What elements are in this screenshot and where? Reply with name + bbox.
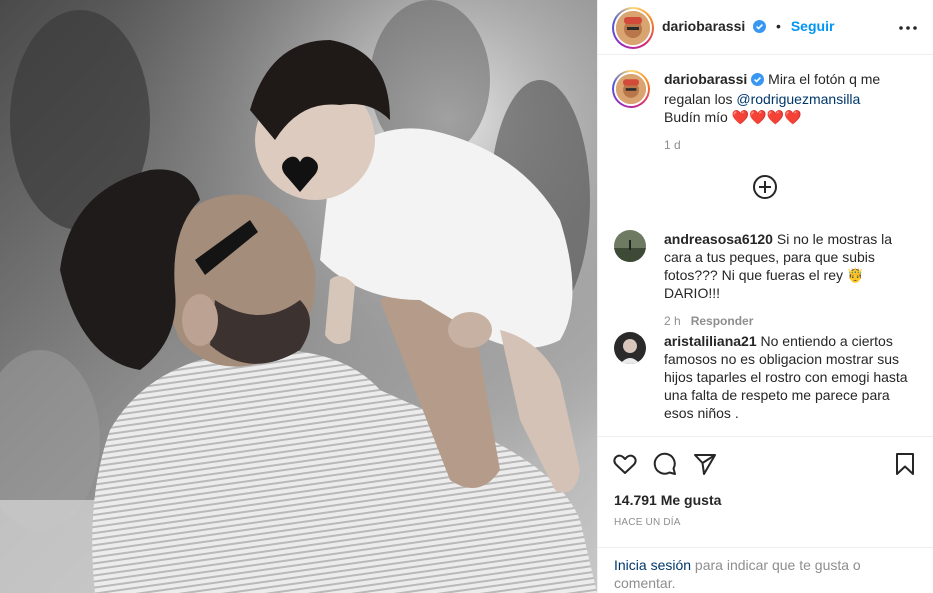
comment-username[interactable]: aristaliliana21 (664, 333, 757, 349)
post-header: dariobarassi • Seguir (598, 0, 933, 55)
separator-dot: • (776, 18, 781, 34)
verified-badge-icon (753, 20, 767, 36)
likes-count[interactable]: 14.791 Me gusta (614, 492, 721, 508)
caption-text: dariobarassi Mira el fotón q me regalan … (664, 70, 916, 154)
caption-time[interactable]: 1 d (664, 136, 916, 154)
comments-list[interactable]: dariobarassi Mira el fotón q me regalan … (598, 56, 933, 436)
plus-circle-icon[interactable] (752, 174, 778, 200)
login-prompt: Inicia sesión para indicar que te gusta … (598, 547, 933, 593)
comment-username[interactable]: andreasosa6120 (664, 231, 773, 247)
commenter-avatar-image (614, 230, 646, 262)
caption-hearts: ❤️❤️❤️❤️ (731, 109, 802, 125)
caption-row: dariobarassi Mira el fotón q me regalan … (612, 70, 918, 156)
caption-line2: Budín mío (664, 109, 728, 125)
follow-button[interactable]: Seguir (791, 18, 835, 34)
comment-row: andreasosa6120 Si no le mostras la cara … (614, 230, 918, 328)
login-link[interactable]: Inicia sesión (614, 557, 691, 573)
comment-row: aristaliliana21 No entiendo a ciertos fa… (614, 332, 918, 432)
caption-avatar-image (616, 74, 646, 104)
post-photo[interactable] (0, 0, 597, 593)
commenter-avatar[interactable] (614, 230, 646, 262)
comment-text: aristaliliana21 No entiendo a ciertos fa… (664, 332, 916, 422)
instagram-post-view: dariobarassi • Seguir dariobarassi Mira … (0, 0, 933, 593)
caption-username[interactable]: dariobarassi (664, 71, 747, 87)
more-options-icon[interactable] (898, 18, 918, 38)
send-icon[interactable] (692, 451, 718, 477)
commenter-avatar[interactable] (614, 332, 646, 364)
post-side-panel: dariobarassi • Seguir dariobarassi Mira … (597, 0, 933, 593)
heart-icon[interactable] (612, 451, 638, 477)
caption-mention-link[interactable]: @rodriguezmansilla (736, 91, 860, 107)
verified-badge-icon (751, 72, 765, 90)
author-avatar-image (616, 11, 650, 45)
comment-icon[interactable] (652, 451, 678, 477)
reply-button[interactable]: Responder (691, 314, 754, 328)
comment-text: andreasosa6120 Si no le mostras la cara … (664, 230, 916, 330)
bookmark-icon[interactable] (892, 451, 918, 477)
post-actions: 14.791 Me gusta Hace un día (598, 436, 933, 548)
commenter-avatar-image (614, 332, 646, 364)
caption-avatar[interactable] (612, 70, 650, 108)
comment-meta: 2 h Responder (664, 312, 916, 330)
author-username[interactable]: dariobarassi (662, 18, 745, 34)
comment-time[interactable]: 2 h (664, 314, 681, 328)
post-timestamp[interactable]: Hace un día (614, 517, 681, 528)
header-user-line: dariobarassi • Seguir (662, 18, 834, 36)
author-avatar[interactable] (612, 7, 654, 49)
post-photo-image (0, 0, 597, 593)
